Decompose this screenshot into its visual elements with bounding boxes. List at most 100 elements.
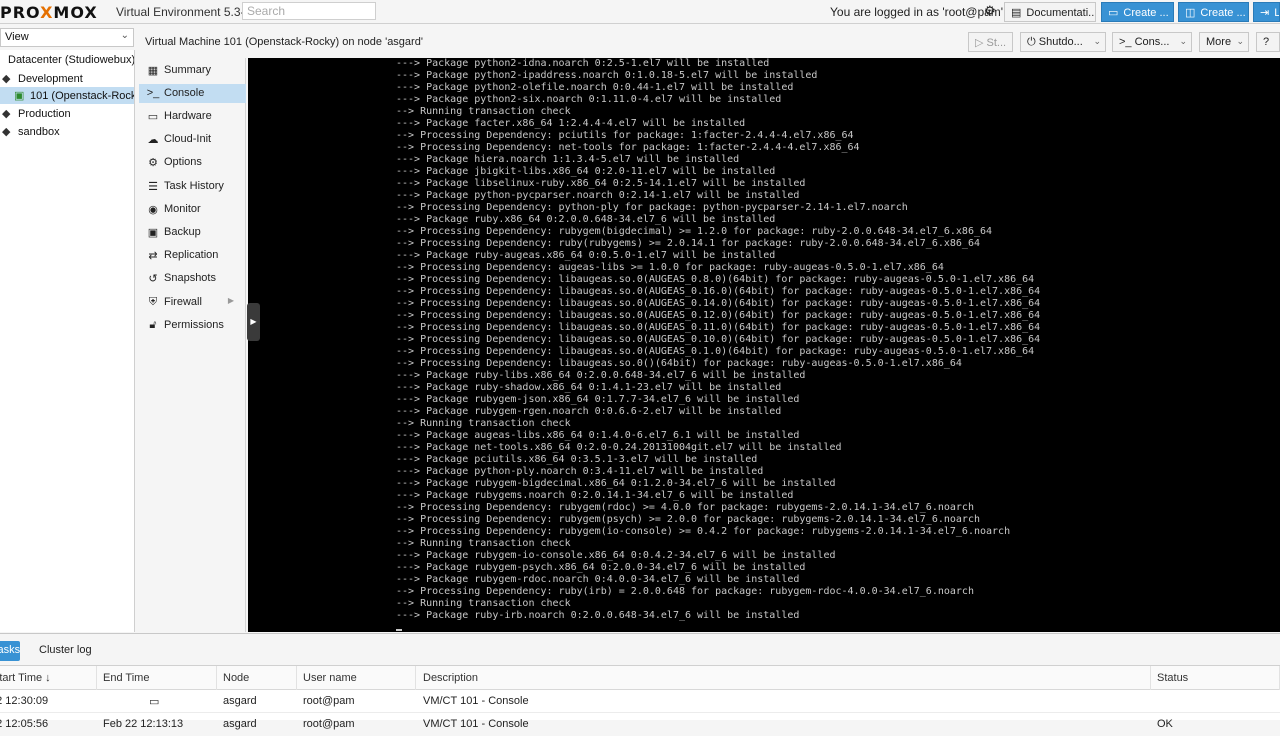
logout-button[interactable]: ⇥ L [1253, 2, 1280, 22]
retweet-icon: ⇄ [148, 250, 158, 262]
menu-item-console[interactable]: >_ Console [139, 84, 246, 103]
more-button[interactable]: More ⌄ [1199, 32, 1249, 52]
menu-item-options[interactable]: ⚙ Options [139, 153, 246, 172]
console-line: --> Running transaction check [396, 418, 571, 429]
console-line: ---> Package python2-olefile.noarch 0:0.… [396, 82, 794, 93]
console-line: --> Running transaction check [396, 598, 571, 609]
console-line: ---> Package rubygem-io-console.x86_64 0… [396, 550, 836, 561]
console-line: ---> Package rubygem-rdoc.noarch 0:4.0.0… [396, 574, 800, 585]
tree-node-production[interactable]: ◆ Production [0, 105, 134, 122]
login-status: You are logged in as 'root@pam' [830, 5, 1004, 19]
col-status[interactable]: Status [1151, 666, 1280, 690]
floppy-icon: ▣ [147, 227, 159, 239]
menu-item-cloud-init[interactable]: ☁ Cloud-Init [139, 130, 246, 149]
shutdown-button[interactable]: ⏻ Shutdo... ⌄ [1020, 32, 1106, 52]
console-line: --> Running transaction check [396, 106, 571, 117]
cloud-icon: ☁ [147, 134, 159, 146]
cube-icon: ◫ [1185, 7, 1196, 19]
console-line: ---> Package rubygem-bigdecimal.x86_64 0… [396, 478, 836, 489]
console-screen[interactable]: ---> Package python2-idna.noarch 0:2.5-1… [396, 58, 1163, 632]
desktop-icon: ▭ [147, 111, 159, 123]
console-line: --> Processing Dependency: libaugeas.so.… [396, 286, 1041, 297]
tree-node-sandbox[interactable]: ◆ sandbox [0, 123, 134, 140]
monitor-icon: ▭ [1108, 7, 1119, 19]
console-line: --> Processing Dependency: libaugeas.so.… [396, 274, 1035, 285]
console-cursor [396, 629, 402, 631]
console-line: ---> Package pciutils.x86_64 0:3.5.1-3.e… [396, 454, 758, 465]
menu-item-backup[interactable]: ▣ Backup [139, 223, 246, 242]
history-icon: ↺ [148, 273, 158, 285]
tree-node-development[interactable]: ◆ Development [0, 70, 134, 87]
tab-tasks[interactable]: Tasks [0, 641, 20, 661]
play-icon: ▷ [975, 37, 987, 49]
top-bar: PROXMOX Virtual Environment 5.3-8 You ar… [0, 0, 1280, 24]
col-start-time[interactable]: Start Time ↓ [0, 666, 97, 690]
console-line: ---> Package net-tools.x86_64 0:2.0-0.24… [396, 442, 842, 453]
col-end-time[interactable]: End Time [97, 666, 217, 690]
menu-item-replication[interactable]: ⇄ Replication [139, 246, 246, 265]
menu-item-permissions[interactable]: 🔓︎ Permissions [139, 316, 246, 335]
log-panel: Tasks Cluster log Start Time ↓ End Time … [0, 633, 1280, 730]
console-line: --> Running transaction check [396, 538, 571, 549]
page-title: Virtual Machine 101 (Openstack-Rocky) on… [145, 36, 423, 48]
tag-icon: ◆ [2, 73, 11, 85]
menu-item-snapshots[interactable]: ↺ Snapshots [139, 269, 246, 288]
shield-icon: ⛨ [148, 296, 158, 308]
console-line: ---> Package ruby.x86_64 0:2.0.0.648-34.… [396, 214, 776, 225]
col-user-name[interactable]: User name [297, 666, 416, 690]
vm-menu: ▦ Summary >_ Console ▭ Hardware ☁ Cloud-Init… [139, 58, 246, 632]
console-line: --> Processing Dependency: pciutils for … [396, 130, 854, 141]
table-row[interactable]: Feb 22 12:05:56 Feb 22 12:13:13 asgard r… [0, 713, 1280, 736]
console-line: ---> Package facter.x86_64 1:2.4.4-4.el7… [396, 118, 746, 129]
vm-running-icon: ▣ [14, 90, 25, 102]
console-line: ---> Package python-ply.noarch 0:3.4-11.… [396, 466, 764, 477]
collapse-toggle[interactable]: ▶ [247, 303, 260, 341]
console-line: --> Processing Dependency: libaugeas.so.… [396, 310, 1041, 321]
tag-icon: ◆ [2, 126, 11, 138]
console-line: --> Processing Dependency: rubygem(rdoc)… [396, 502, 974, 513]
console-line: --> Processing Dependency: ruby(rubygems… [396, 238, 980, 249]
tree-node-datacenter[interactable]: Datacenter (Studiowebux) [0, 52, 134, 69]
tree-node-vm-101[interactable]: ▣ 101 (Openstack-Rocky) [0, 87, 134, 104]
log-tabs: Tasks Cluster log [0, 634, 1280, 666]
terminal-icon: >_ [1119, 36, 1135, 48]
chevron-down-icon: ⌄ [1236, 36, 1244, 46]
console-line: ---> Package python2-idna.noarch 0:2.5-1… [396, 58, 770, 69]
eye-icon: ◉ [148, 204, 158, 216]
console-line: --> Processing Dependency: augeas-libs >… [396, 262, 944, 273]
col-description[interactable]: Description [417, 666, 1151, 690]
col-node[interactable]: Node [217, 666, 297, 690]
console-line: --> Processing Dependency: ruby(irb) = 2… [396, 586, 974, 597]
view-select[interactable]: View ⌄ [0, 28, 134, 47]
search-input[interactable] [242, 2, 376, 20]
chevron-down-icon: ⌄ [1179, 36, 1187, 46]
resource-tree: Datacenter (Studiowebux) ◆ Development ▣ 1… [0, 50, 135, 632]
chevron-right-icon: ▶ [250, 317, 257, 326]
console-line: --> Processing Dependency: libaugeas.so.… [396, 322, 1041, 333]
menu-item-task-history[interactable]: ☰ Task History [139, 177, 246, 196]
tab-cluster-log[interactable]: Cluster log [33, 641, 103, 661]
start-button[interactable]: ▷ St... [968, 32, 1013, 52]
console-line: ---> Package ruby-libs.x86_64 0:2.0.0.64… [396, 370, 806, 381]
table-row[interactable]: Feb 22 12:30:09 ▭ asgard root@pam VM/CT … [0, 690, 1280, 713]
console-output: ---> Package python2-idna.noarch 0:2.5-1… [396, 58, 1163, 622]
logout-icon: ⇥ [1260, 7, 1270, 19]
create-vm-button[interactable]: ▭ Create ... [1101, 2, 1174, 22]
help-button[interactable]: ? [1256, 32, 1280, 52]
terminal-icon: >_ [146, 87, 160, 99]
console-line: ---> Package ruby-irb.noarch 0:2.0.0.648… [396, 610, 800, 621]
console-button[interactable]: >_ Cons... ⌄ [1112, 32, 1192, 52]
documentation-button[interactable]: ▤ Documentati... [1004, 2, 1096, 22]
menu-item-monitor[interactable]: ◉ Monitor [139, 200, 246, 219]
menu-item-summary[interactable]: ▦ Summary [139, 61, 246, 80]
product-version: Virtual Environment 5.3-8 [116, 5, 252, 19]
gear-icon[interactable]: ⚙ [984, 3, 996, 19]
menu-item-firewall[interactable]: ⛨ Firewall ▶ [139, 293, 246, 312]
log-table-header: Start Time ↓ End Time Node User name Des… [0, 666, 1280, 690]
monitor-icon: ▭ [149, 696, 160, 708]
create-ct-button[interactable]: ◫ Create ... [1178, 2, 1249, 22]
console-line: ---> Package hiera.noarch 1:1.3.4-5.el7 … [396, 154, 740, 165]
console-line: ---> Package python2-six.noarch 0:1.11.0… [396, 94, 782, 105]
menu-item-hardware[interactable]: ▭ Hardware [139, 107, 246, 126]
unlock-icon: 🔓︎ [149, 319, 157, 331]
